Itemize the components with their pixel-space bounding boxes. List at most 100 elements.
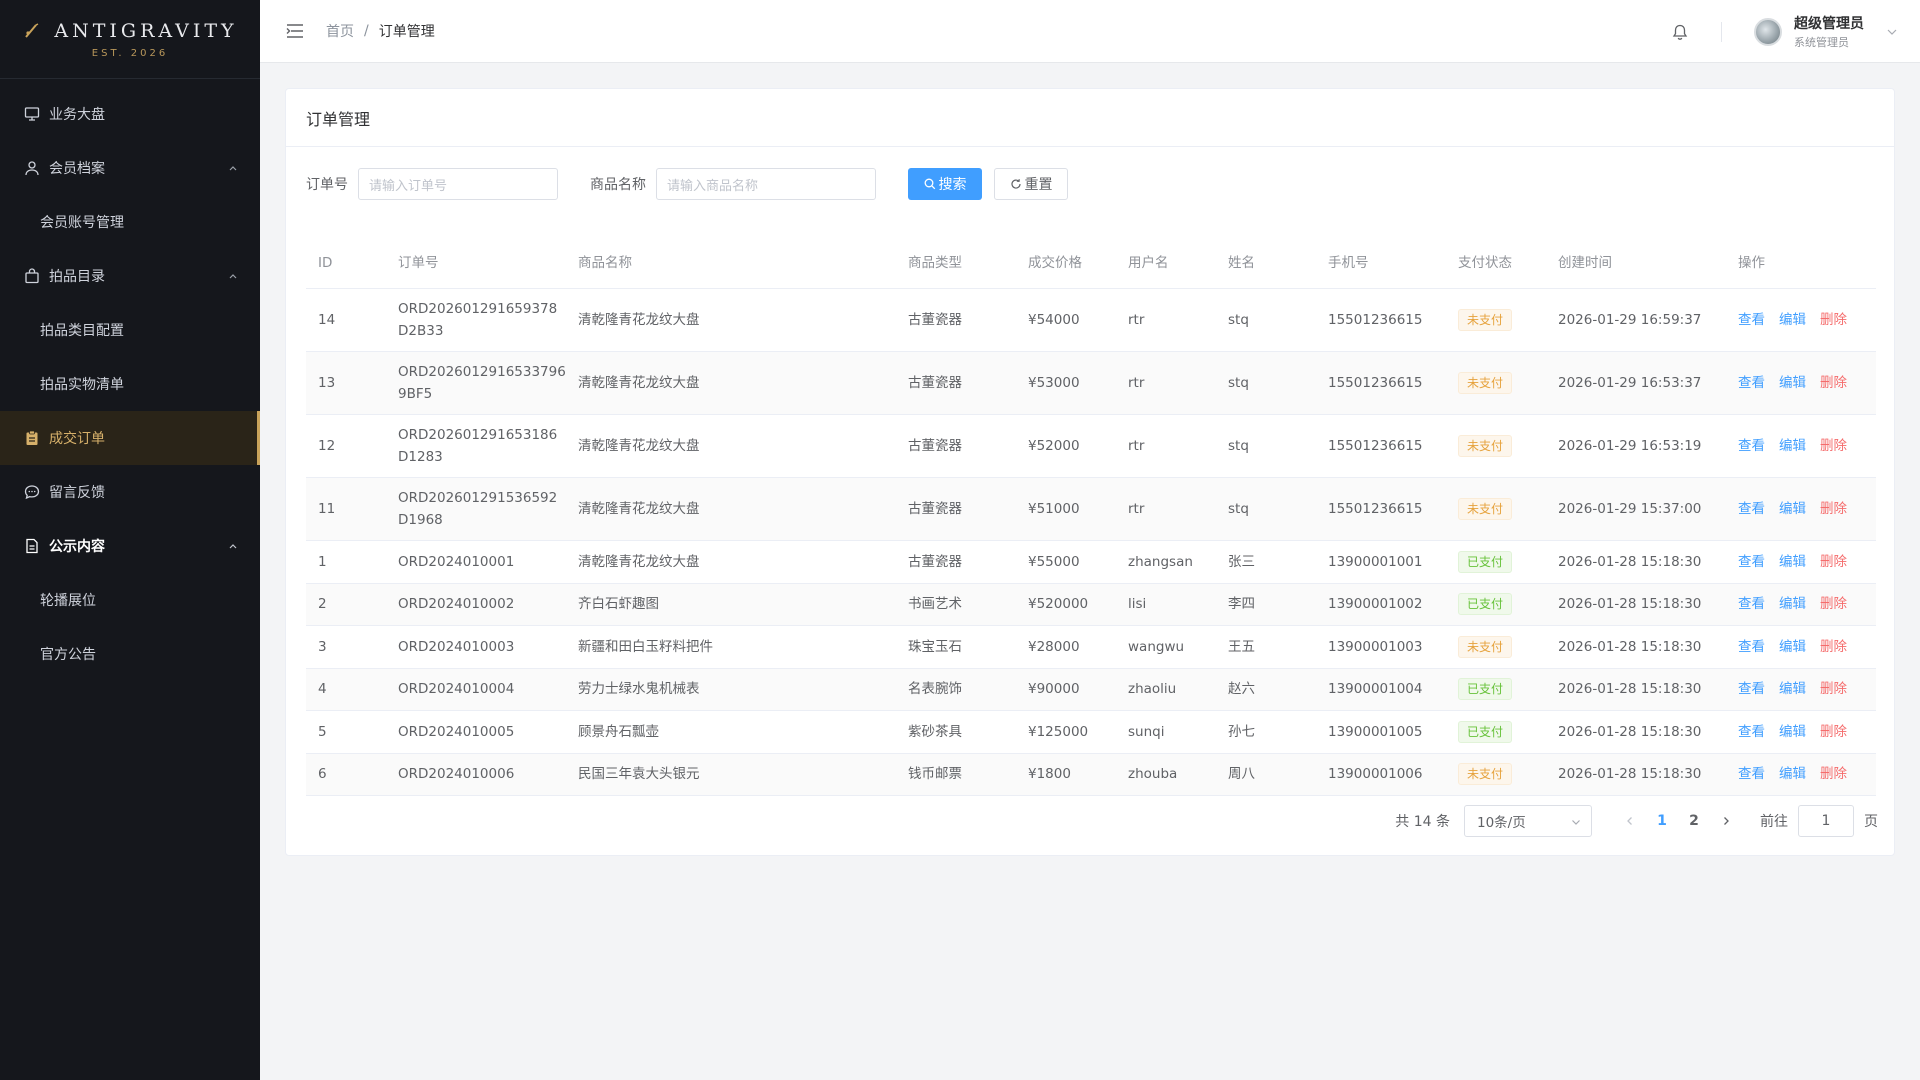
sidebar-item-members[interactable]: 会员档案 [0,141,260,195]
delete-link[interactable]: 删除 [1820,593,1847,615]
delete-link[interactable]: 删除 [1820,551,1847,573]
order-id-cell: 14 [318,312,336,328]
created-time-cell: 2026-01-28 15:18:30 [1558,723,1702,740]
sidebar-item-dashboard[interactable]: 业务大盘 [0,87,260,141]
sidebar-item-label: 留言反馈 [49,485,105,501]
orders-card: 订单管理 订单号 请输入订单号 商品名称 请输入商品名称 搜索 重置 ID 订单… [285,88,1895,856]
sidebar-item-category-config[interactable]: 拍品类目配置 [0,303,260,357]
delete-link[interactable]: 删除 [1820,678,1847,700]
document-icon [26,538,38,554]
view-link[interactable]: 查看 [1738,435,1765,457]
real-name-cell: 孙七 [1228,723,1255,740]
view-link[interactable]: 查看 [1738,721,1765,743]
sidebar-item-orders[interactable]: 成交订单 [0,411,260,465]
brand-subtitle: EST. 2026 [91,47,169,59]
order-id-cell: 2 [318,596,327,613]
chevron-down-icon[interactable] [1886,26,1898,38]
price-cell: ¥520000 [1028,596,1089,613]
edit-link[interactable]: 编辑 [1779,763,1806,785]
username-cell: sunqi [1128,723,1165,740]
product-name-input[interactable]: 请输入商品名称 [656,168,876,200]
edit-link[interactable]: 编辑 [1779,721,1806,743]
product-name-cell: 齐白石虾趣图 [578,596,659,613]
created-time-cell: 2026-01-28 15:18:30 [1558,553,1702,570]
edit-link[interactable]: 编辑 [1779,593,1806,615]
product-name-cell: 新疆和田白玉籽料把件 [578,638,713,655]
order-number-cell: ORD2024010003 [398,638,515,655]
user-info[interactable]: 超级管理员 系统管理员 [1794,13,1864,50]
brand-logo[interactable]: ANTIGRAVITY EST. 2026 [0,0,260,79]
brand-name: ANTIGRAVITY [54,19,238,42]
header-divider [1721,21,1722,42]
row-actions: 查看 编辑 删除 [1726,309,1856,331]
order-id-cell: 1 [318,553,327,570]
order-number-cell: ORD2024010002 [398,596,515,613]
sidebar-item-public-content[interactable]: 公示内容 [0,519,260,573]
product-type-cell: 古董瓷器 [908,312,962,328]
sidebar-item-announcements[interactable]: 官方公告 [0,627,260,681]
price-cell: ¥53000 [1028,375,1080,391]
page-number-2[interactable]: 2 [1678,805,1710,837]
view-link[interactable]: 查看 [1738,678,1765,700]
breadcrumb-home[interactable]: 首页 [326,21,354,41]
view-link[interactable]: 查看 [1738,593,1765,615]
phone-cell: 13900001005 [1328,723,1423,740]
edit-link[interactable]: 编辑 [1779,678,1806,700]
edit-link[interactable]: 编辑 [1779,372,1806,394]
product-name-cell: 清乾隆青花龙纹大盘 [578,501,700,517]
phone-cell: 13900001006 [1328,766,1423,783]
view-link[interactable]: 查看 [1738,551,1765,573]
view-link[interactable]: 查看 [1738,498,1765,520]
product-name-cell: 顾景舟石瓢壶 [578,723,659,740]
reset-button[interactable]: 重置 [994,168,1068,200]
order-number-cell: ORD2024010001 [398,553,515,570]
column-header: 用户名 [1128,254,1169,271]
product-name-cell: 清乾隆青花龙纹大盘 [578,375,700,391]
price-cell: ¥54000 [1028,312,1080,328]
prev-page-button[interactable] [1614,805,1646,837]
payment-status-cell: 未支付 [1446,635,1546,658]
sidebar-item-catalog[interactable]: 拍品目录 [0,249,260,303]
edit-link[interactable]: 编辑 [1779,435,1806,457]
delete-link[interactable]: 删除 [1820,435,1847,457]
column-header: 商品名称 [578,254,632,271]
status-badge: 未支付 [1458,309,1513,331]
delete-link[interactable]: 删除 [1820,636,1847,658]
delete-link[interactable]: 删除 [1820,372,1847,394]
avatar[interactable] [1754,17,1782,46]
search-button[interactable]: 搜索 [908,168,982,200]
sidebar-item-label: 公示内容 [49,539,105,555]
order-number-input[interactable]: 请输入订单号 [358,168,558,200]
header-right: 超级管理员 系统管理员 [1671,0,1898,63]
sidebar-item-carousel[interactable]: 轮播展位 [0,573,260,627]
table-body: 14 ORD202601291659378D2B33 清乾隆青花龙纹大盘 古董瓷器 ¥5… [306,289,1876,796]
phone-cell: 15501236615 [1328,438,1423,454]
username-cell: rtr [1128,375,1145,391]
page-size-select[interactable]: 10条/页 [1464,805,1592,837]
delete-link[interactable]: 删除 [1820,498,1847,520]
sidebar-item-item-list[interactable]: 拍品实物清单 [0,357,260,411]
page-number-1[interactable]: 1 [1646,805,1678,837]
delete-link[interactable]: 删除 [1820,721,1847,743]
username-cell: zhaoliu [1128,681,1177,698]
edit-link[interactable]: 编辑 [1779,636,1806,658]
bell-icon[interactable] [1671,23,1689,41]
goto-page-input[interactable]: 1 [1798,805,1854,837]
menu-toggle-icon[interactable] [286,23,304,39]
next-page-button[interactable] [1710,805,1742,837]
sidebar-item-label: 成交订单 [49,431,105,447]
view-link[interactable]: 查看 [1738,763,1765,785]
delete-link[interactable]: 删除 [1820,309,1847,331]
edit-link[interactable]: 编辑 [1779,309,1806,331]
edit-link[interactable]: 编辑 [1779,551,1806,573]
order-number-cell: ORD202601291536592D1968 [398,490,558,528]
row-actions: 查看 编辑 删除 [1726,721,1856,743]
sidebar-item-member-accounts[interactable]: 会员账号管理 [0,195,260,249]
status-badge: 已支付 [1458,678,1513,701]
delete-link[interactable]: 删除 [1820,763,1847,785]
view-link[interactable]: 查看 [1738,309,1765,331]
view-link[interactable]: 查看 [1738,636,1765,658]
sidebar-item-feedback[interactable]: 留言反馈 [0,465,260,519]
view-link[interactable]: 查看 [1738,372,1765,394]
edit-link[interactable]: 编辑 [1779,498,1806,520]
